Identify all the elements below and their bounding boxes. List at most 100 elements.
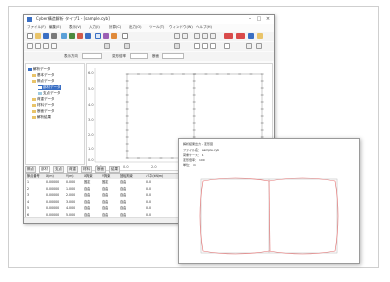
rect-icon[interactable]: [202, 43, 208, 49]
tree-item-selected[interactable]: 部材データ: [38, 85, 61, 90]
table-cell[interactable]: 自由: [84, 187, 90, 192]
grid-icon[interactable]: [27, 43, 33, 49]
table-cell[interactable]: 自由: [84, 193, 90, 198]
support-icon[interactable]: [77, 33, 83, 39]
dimension-icon[interactable]: [174, 43, 180, 49]
table-cell[interactable]: 0.0: [146, 193, 151, 198]
section-combo[interactable]: [162, 53, 184, 59]
format-icon[interactable]: [124, 43, 130, 49]
minimize-icon[interactable]: –: [246, 16, 254, 22]
table-cell[interactable]: 自由: [84, 200, 90, 205]
settings-icon[interactable]: [248, 33, 254, 39]
table-cell[interactable]: 0.000: [66, 180, 75, 185]
tab-member[interactable]: 部材: [39, 166, 50, 173]
table-cell[interactable]: 2.000: [66, 193, 75, 198]
tree-item[interactable]: 支点データ: [38, 91, 61, 96]
node-icon[interactable]: [61, 33, 67, 39]
tree-item[interactable]: 解析結果: [32, 115, 51, 120]
table-cell[interactable]: 自由: [120, 180, 126, 185]
column-header[interactable]: X(m): [46, 174, 54, 179]
line-icon[interactable]: [194, 43, 200, 49]
help-icon[interactable]: [257, 33, 263, 39]
save-icon[interactable]: [43, 33, 49, 39]
table-cell[interactable]: 自由: [102, 200, 108, 205]
load-icon[interactable]: [85, 33, 91, 39]
scale-combo[interactable]: [130, 53, 148, 59]
table-cell[interactable]: 自由: [120, 200, 126, 205]
report-icon[interactable]: [224, 33, 233, 39]
table-cell[interactable]: 0.00000: [46, 200, 59, 205]
text-icon[interactable]: [224, 43, 230, 49]
tree-item[interactable]: 解析データ: [28, 67, 51, 72]
menu-view[interactable]: 表示(V): [69, 25, 81, 30]
open-folder-icon[interactable]: [35, 33, 41, 39]
pan-icon[interactable]: [43, 43, 49, 49]
menu-calc[interactable]: 計算(C): [109, 25, 121, 30]
column-header[interactable]: バネ(kN/m): [146, 174, 163, 179]
export-icon[interactable]: [236, 33, 245, 39]
copy-icon[interactable]: [202, 33, 208, 39]
menu-edit[interactable]: 編集(E): [49, 25, 61, 30]
circle-icon[interactable]: [210, 43, 216, 49]
zoom-icon[interactable]: [122, 33, 128, 39]
table-cell[interactable]: 0.0: [146, 180, 151, 185]
table-cell[interactable]: 4.000: [66, 206, 75, 211]
table-cell[interactable]: 1.000: [66, 187, 75, 192]
tab-load[interactable]: 荷重: [67, 166, 78, 173]
tree-item[interactable]: 基本データ: [32, 73, 55, 78]
table-cell[interactable]: 0.00000: [46, 180, 59, 185]
snap-icon[interactable]: [35, 43, 41, 49]
tab-section[interactable]: 断面: [95, 166, 106, 173]
print-icon[interactable]: [51, 33, 57, 39]
menu-output[interactable]: 出力(O): [129, 25, 142, 30]
window-tile-icon[interactable]: [256, 43, 262, 49]
fit-icon[interactable]: [51, 43, 57, 49]
new-file-icon[interactable]: [27, 33, 33, 39]
menu-input[interactable]: 入力(I): [89, 25, 100, 30]
view-direction-combo[interactable]: [82, 53, 102, 59]
column-header[interactable]: Y拘束: [102, 174, 110, 179]
menu-help[interactable]: ヘルプ(H): [196, 25, 212, 30]
table-cell[interactable]: 自由: [84, 206, 90, 211]
table-cell[interactable]: 0.00000: [46, 206, 59, 211]
result-icon[interactable]: [103, 33, 109, 39]
table-cell[interactable]: 自由: [120, 193, 126, 198]
tab-node[interactable]: 節点: [25, 166, 36, 173]
calc-icon[interactable]: [95, 33, 101, 39]
table-cell[interactable]: 0.0: [146, 187, 151, 192]
print-preview-window[interactable]: 解析結果出力 - 変形図 ファイル名： sample.cyb 荷重ケース： 1 …: [178, 138, 360, 264]
column-header[interactable]: 節点番号: [27, 174, 40, 179]
table-cell[interactable]: 4: [27, 200, 29, 205]
paste-icon[interactable]: [210, 33, 216, 39]
close-icon[interactable]: ×: [264, 16, 272, 22]
tab-material[interactable]: 材料: [81, 166, 92, 173]
tree-item[interactable]: 断面データ: [32, 109, 55, 114]
menu-file[interactable]: ファイル(F): [27, 25, 46, 30]
table-cell[interactable]: 自由: [102, 193, 108, 198]
layout-icon[interactable]: [246, 43, 252, 49]
column-header[interactable]: Y(m): [66, 174, 74, 179]
table-cell[interactable]: 0.0: [146, 206, 151, 211]
column-header[interactable]: 回転拘束: [120, 174, 133, 179]
table-cell[interactable]: 3.000: [66, 200, 75, 205]
table-cell[interactable]: 自由: [120, 187, 126, 192]
column-header[interactable]: X拘束: [84, 174, 93, 179]
table-cell[interactable]: 0.00000: [46, 193, 59, 198]
member-icon[interactable]: [69, 33, 75, 39]
table-cell[interactable]: 自由: [102, 206, 108, 211]
chart-icon[interactable]: [111, 33, 117, 39]
redo-icon[interactable]: [182, 33, 188, 39]
tree-item[interactable]: 材料データ: [32, 103, 55, 108]
table-cell[interactable]: 0.0: [146, 200, 151, 205]
cut-icon[interactable]: [194, 33, 200, 39]
tab-result[interactable]: 結果: [109, 166, 120, 173]
tree-item[interactable]: 節点データ: [32, 79, 55, 84]
menu-tools[interactable]: ツール(T): [149, 25, 164, 30]
table-cell[interactable]: 3: [27, 193, 29, 198]
table-cell[interactable]: 0.00000: [46, 187, 59, 192]
font-icon[interactable]: [104, 43, 110, 49]
menu-window[interactable]: ウィンドウ(W): [169, 25, 193, 30]
tab-support[interactable]: 支点: [53, 166, 64, 173]
undo-icon[interactable]: [174, 33, 180, 39]
table-cell[interactable]: 固定: [102, 180, 108, 185]
